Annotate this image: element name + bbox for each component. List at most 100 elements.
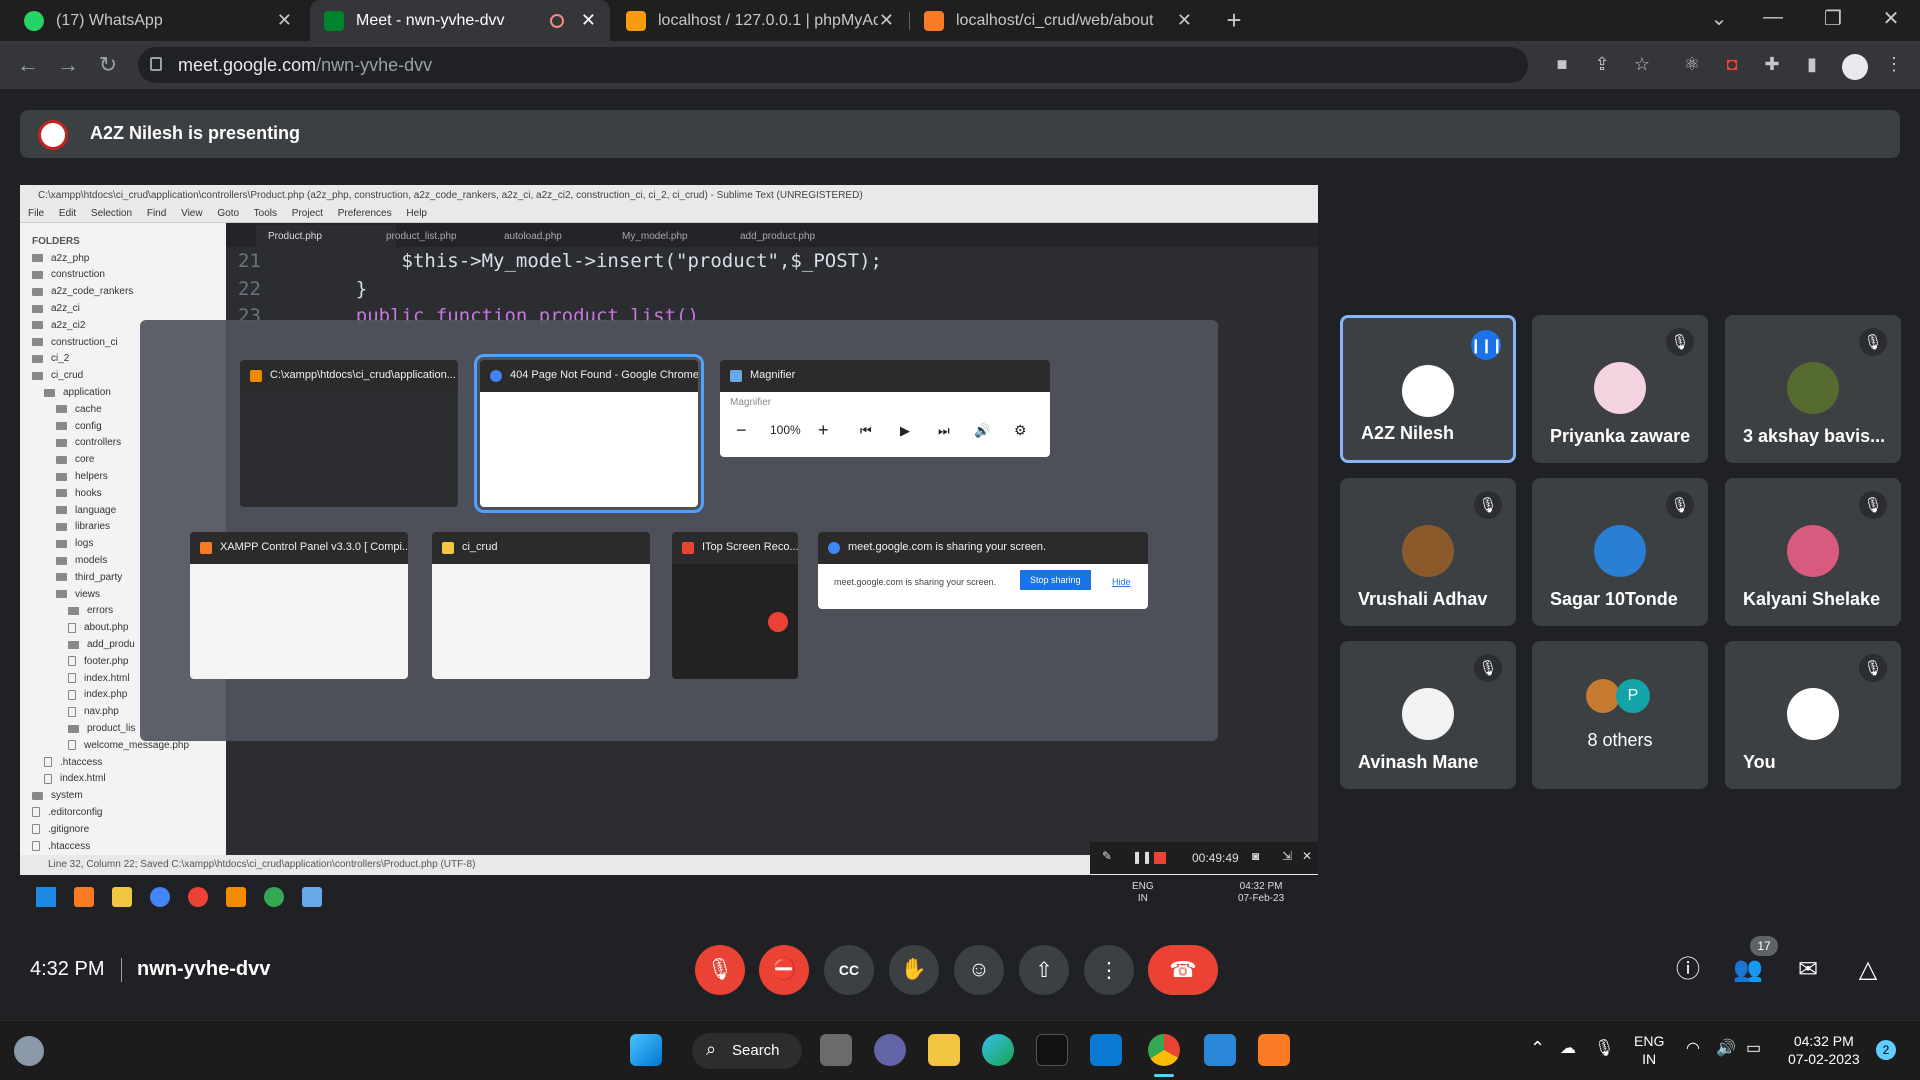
speaker-icon: 🔊 [974, 423, 991, 438]
switcher-window-itop[interactable]: ITop Screen Reco... [672, 532, 798, 679]
close-icon[interactable]: ✕ [1177, 10, 1192, 31]
zoom-in-icon: + [818, 420, 829, 440]
notification-badge[interactable]: 2 [1876, 1040, 1896, 1060]
end-call-button[interactable]: ☎ [1148, 945, 1218, 995]
folder-label: a2z_ci [51, 303, 80, 315]
volume-icon[interactable]: 🔊 [1716, 1038, 1736, 1058]
bookmark-star-icon[interactable]: ☆ [1630, 54, 1654, 78]
switcher-window-magnifier[interactable]: Magnifier Magnifier − 100% + ⏮ ▶ ⏭ 🔊 ⚙ [720, 360, 1050, 457]
close-icon[interactable]: ✕ [277, 10, 292, 31]
folder-label: construction_ci [51, 336, 118, 348]
wifi-icon[interactable]: ◠ [1686, 1038, 1700, 1058]
back-button[interactable]: ← [14, 52, 42, 78]
windows-start-icon[interactable] [630, 1034, 662, 1066]
teams-chat-icon[interactable] [874, 1034, 906, 1066]
switcher-window-xampp[interactable]: XAMPP Control Panel v3.3.0 [ Compi... [190, 532, 408, 679]
mic-muted-icon: 🎙 [1859, 328, 1887, 356]
participant-tile[interactable]: Vrushali Adhav 🎙 [1340, 478, 1516, 626]
profile-avatar[interactable] [1842, 54, 1868, 80]
minimize-button[interactable]: — [1758, 6, 1788, 29]
active-app-indicator [1154, 1074, 1174, 1077]
switcher-window-explorer[interactable]: ci_crud [432, 532, 650, 679]
lang-text: IN [1642, 1051, 1657, 1067]
tab-whatsapp[interactable]: (17) WhatsApp ✕ [10, 0, 306, 41]
battery-icon[interactable]: ▭ [1746, 1038, 1761, 1058]
system-clock[interactable]: 04:32 PM 07-02-2023 [1788, 1032, 1860, 1068]
tab-meet[interactable]: Meet - nwn-yvhe-dvv ✕ [310, 0, 610, 41]
participant-tile[interactable]: Sagar 10Tonde 🎙 [1532, 478, 1708, 626]
url-host: meet.google.com [178, 55, 317, 75]
folder-item: index.html [32, 771, 226, 788]
switcher-window-sharing[interactable]: meet.google.com is sharing your screen. … [818, 532, 1148, 609]
folder-icon [68, 640, 79, 649]
tab-ci-crud-about[interactable]: localhost/ci_crud/web/about ✕ [910, 0, 1206, 41]
side-panel-icon[interactable]: ▮ [1800, 54, 1824, 78]
captions-button[interactable]: CC [824, 945, 874, 995]
mic-off-button[interactable]: 🎙 [695, 945, 745, 995]
close-icon[interactable]: ✕ [581, 10, 596, 31]
folder-label: config [75, 420, 102, 432]
reactions-button[interactable]: ☺ [954, 945, 1004, 995]
clock-time: 04:32 PM [1239, 881, 1283, 892]
share-icon[interactable]: ⇪ [1590, 54, 1614, 78]
task-view-icon[interactable] [820, 1034, 852, 1066]
xampp-icon[interactable] [1258, 1034, 1290, 1066]
camera-icon[interactable]: ■ [1550, 54, 1574, 78]
menu-kebab-icon[interactable]: ⋮ [1882, 54, 1906, 78]
more-options-button[interactable]: ⋮ [1084, 945, 1134, 995]
vscode-icon[interactable] [1090, 1034, 1122, 1066]
meeting-details-icon[interactable]: ⓘ [1673, 955, 1703, 985]
forward-button[interactable]: → [54, 52, 82, 78]
notepad-icon[interactable] [1204, 1034, 1236, 1066]
extensions-puzzle-icon[interactable]: ✚ [1760, 54, 1784, 78]
menu-item: View [181, 208, 203, 219]
cloud-off-icon[interactable]: ☁ [1560, 1038, 1576, 1058]
edge-icon[interactable] [982, 1034, 1014, 1066]
taskbar-search-button[interactable]: ⌕ Search [692, 1033, 802, 1069]
tab-phpmyadmin[interactable]: localhost / 127.0.0.1 | phpMyAdm ✕ [612, 0, 908, 41]
extension-pocket-icon[interactable]: ◘ [1720, 54, 1744, 78]
close-window-button[interactable]: ✕ [1876, 6, 1906, 31]
present-screen-button[interactable]: ⇧ [1019, 945, 1069, 995]
weather-icon[interactable] [14, 1036, 44, 1066]
language-indicator[interactable]: ENG IN [1634, 1032, 1664, 1068]
participant-tile[interactable]: P 8 others [1532, 641, 1708, 789]
participant-tile[interactable]: 3 akshay bavis... 🎙 [1725, 315, 1901, 463]
folder-label: helpers [75, 471, 108, 483]
switcher-window-sublime[interactable]: C:\xampp\htdocs\ci_crud\application... [240, 360, 458, 507]
switcher-window-chrome[interactable]: 404 Page Not Found - Google Chrome [474, 354, 704, 513]
maximize-button[interactable]: ❐ [1818, 6, 1848, 31]
raise-hand-button[interactable]: ✋ [889, 945, 939, 995]
participant-tile[interactable]: Priyanka zaware 🎙 [1532, 315, 1708, 463]
presenter-avatar [38, 120, 68, 150]
microphone-icon[interactable]: 🎙 [1594, 1038, 1614, 1058]
camera-off-button[interactable]: ⛔ [759, 945, 809, 995]
terminal-icon[interactable] [1036, 1034, 1068, 1066]
folder-icon [32, 254, 43, 263]
participant-tile[interactable]: Kalyani Shelake 🎙 [1725, 478, 1901, 626]
participant-tile[interactable]: You 🎙 [1725, 641, 1901, 789]
chrome-icon[interactable] [1148, 1034, 1180, 1066]
hide-link: Hide [1112, 577, 1131, 587]
window-title: meet.google.com is sharing your screen. [848, 541, 1047, 553]
tab-search-icon[interactable]: ⌄ [1704, 6, 1734, 31]
new-tab-button[interactable]: + [1220, 6, 1248, 34]
windows-start-icon [36, 887, 56, 907]
activities-icon[interactable]: △ [1853, 955, 1883, 985]
show-hidden-icons-icon[interactable]: ⌃ [1530, 1038, 1545, 1059]
file-explorer-icon[interactable] [928, 1034, 960, 1066]
folder-item: construction [32, 267, 226, 284]
phpmyadmin-icon [626, 10, 646, 31]
reload-button[interactable]: ↻ [94, 52, 122, 78]
participant-avatar [1787, 688, 1839, 740]
menu-item: Edit [58, 208, 77, 219]
participant-count-badge: 17 [1750, 936, 1778, 956]
extension-react-icon[interactable]: ⚛ [1680, 54, 1704, 78]
people-icon[interactable]: 👥 [1733, 955, 1763, 985]
participant-tile[interactable]: A2Z Nilesh ❙❙❙ [1340, 315, 1516, 463]
chat-icon[interactable]: ✉ [1793, 955, 1823, 985]
folder-icon [32, 270, 43, 279]
lang-text: ENG [1132, 881, 1154, 892]
close-icon[interactable]: ✕ [879, 10, 894, 31]
participant-tile[interactable]: Avinash Mane 🎙 [1340, 641, 1516, 789]
